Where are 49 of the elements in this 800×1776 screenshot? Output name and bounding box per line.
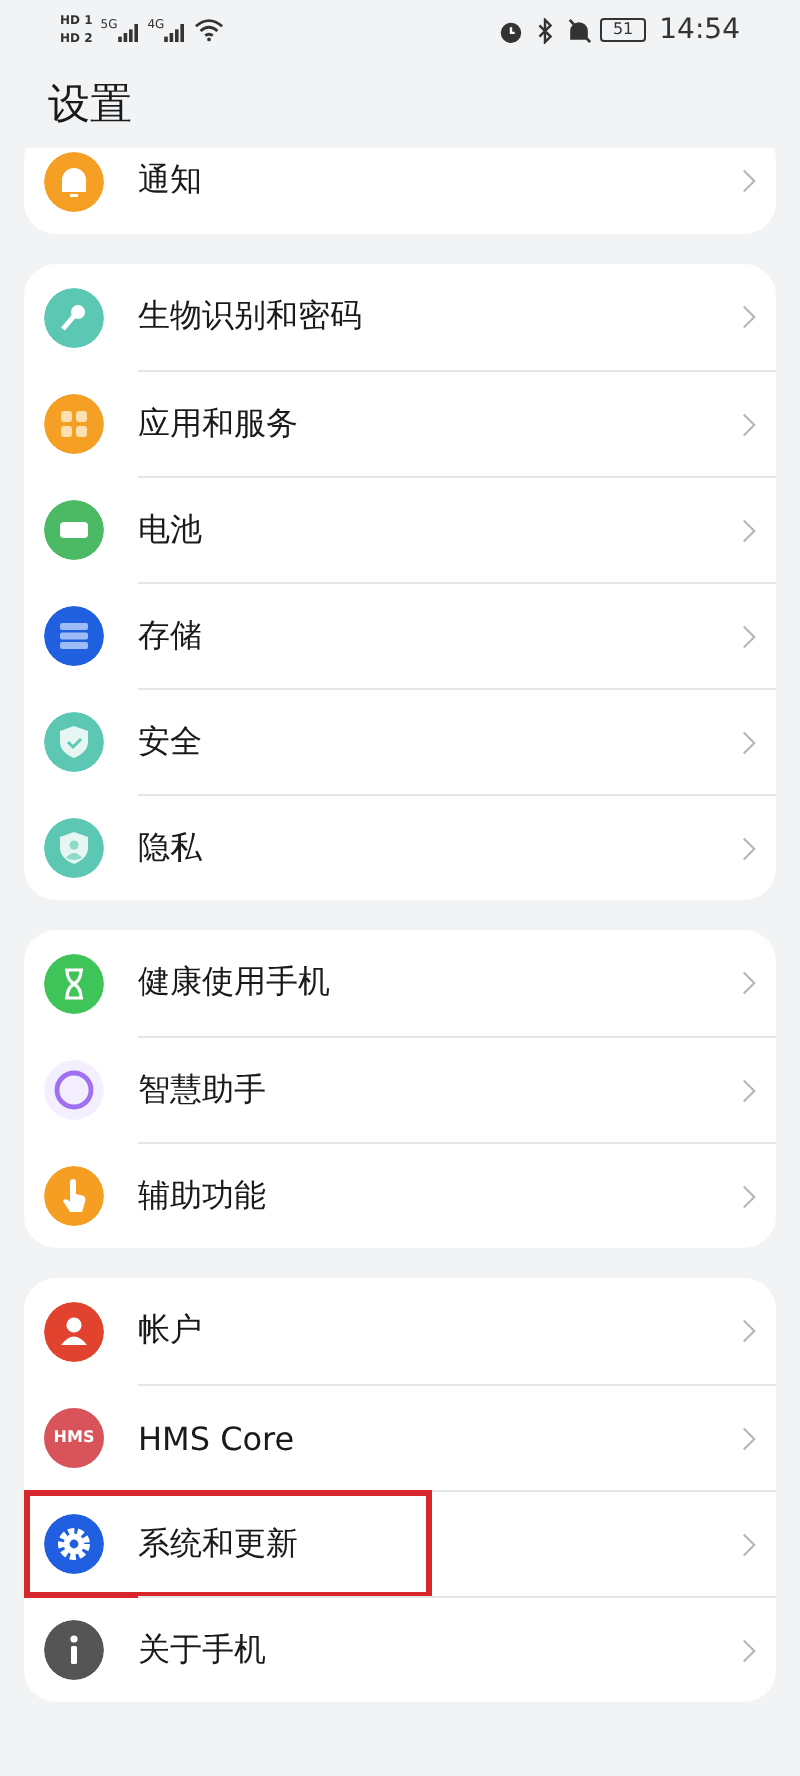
chevron-icon	[742, 729, 756, 755]
storage-icon	[44, 605, 104, 665]
chevron-icon	[742, 517, 756, 543]
ring-icon	[44, 1059, 104, 1119]
settings-item[interactable]: 健康使用手机	[24, 930, 776, 1036]
settings-item[interactable]: 安全	[24, 688, 776, 794]
hms-icon: HMS	[44, 1407, 104, 1467]
key-icon	[44, 287, 104, 347]
settings-item[interactable]: HMS HMS Core	[24, 1384, 776, 1490]
hourglass-icon	[44, 953, 104, 1013]
settings-item[interactable]: 隐私	[24, 794, 776, 900]
chevron-icon	[742, 411, 756, 437]
chevron-icon	[742, 1318, 756, 1344]
signal-icon	[164, 24, 187, 42]
chevron-icon	[742, 623, 756, 649]
chevron-icon	[742, 304, 756, 330]
chevron-icon	[742, 835, 756, 861]
battery-indicator: 51	[600, 18, 646, 42]
chevron-icon	[742, 1531, 756, 1557]
shield-icon	[44, 711, 104, 771]
battery-icon	[44, 499, 104, 559]
info-icon	[44, 1619, 104, 1679]
settings-item[interactable]: 智慧助手	[24, 1036, 776, 1142]
mute-icon	[566, 17, 593, 43]
hand-icon	[44, 1165, 104, 1225]
clock: 14:54	[659, 14, 740, 46]
chevron-icon	[742, 168, 756, 194]
shield-person-icon	[44, 817, 104, 877]
chevron-icon	[742, 1183, 756, 1209]
settings-item[interactable]: 系统和更新	[24, 1490, 776, 1596]
page-title: 设置	[46, 78, 134, 132]
grid-icon	[44, 393, 104, 453]
settings-item[interactable]: 应用和服务	[24, 370, 776, 476]
wifi-icon	[194, 18, 225, 42]
settings-item[interactable]: 帐户	[24, 1278, 776, 1384]
chevron-icon	[742, 970, 756, 996]
gear-icon	[44, 1513, 104, 1573]
chevron-icon	[742, 1077, 756, 1103]
settings-item[interactable]: 存储	[24, 582, 776, 688]
chevron-icon	[742, 1425, 756, 1451]
settings-item[interactable]: 通知	[24, 148, 776, 234]
settings-item[interactable]: 辅助功能	[24, 1142, 776, 1248]
alarm-icon	[498, 17, 525, 43]
signal-icon	[117, 24, 140, 42]
settings-item[interactable]: 生物识别和密码	[24, 264, 776, 370]
settings-item[interactable]: 关于手机	[24, 1596, 776, 1702]
person-icon	[44, 1301, 104, 1361]
settings-item[interactable]: 电池	[24, 476, 776, 582]
chevron-icon	[742, 1637, 756, 1663]
